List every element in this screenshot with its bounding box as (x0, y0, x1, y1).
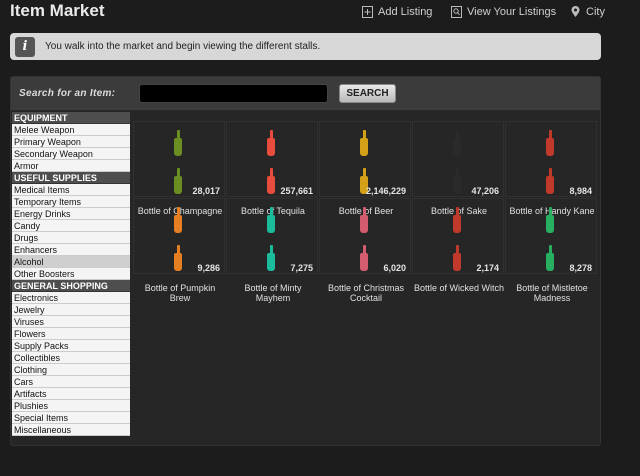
bottle-icon (546, 253, 554, 271)
item-quantity: 8,278 (569, 263, 592, 273)
add-listing-icon (362, 6, 373, 18)
item-name: Bottle of Minty Mayhem (244, 283, 302, 303)
bottle-icon (267, 215, 275, 233)
market-item[interactable]: 2,146,229 Bottle of Beer (319, 121, 411, 216)
view-listings-label: View Your Listings (467, 6, 557, 18)
category-item[interactable]: Primary Weapon (12, 136, 130, 148)
item-quantity: 28,017 (192, 186, 220, 196)
city-link[interactable]: City (570, 6, 605, 18)
search-label: Search for an Item: (19, 88, 116, 99)
market-item[interactable]: 2,174 Bottle of Wicked Witch (412, 198, 504, 293)
category-item[interactable]: Clothing (12, 364, 130, 376)
category-sidebar: EQUIPMENT Melee Weapon Primary Weapon Secon… (12, 112, 130, 436)
market-item[interactable]: 7,275 Bottle of Minty Mayhem (226, 198, 318, 303)
category-item[interactable]: Plushies (12, 400, 130, 412)
header: Item Market Add Listing View Your Listin… (0, 0, 640, 26)
bottle-icon (267, 253, 275, 271)
category-item[interactable]: Viruses (12, 316, 130, 328)
search-button[interactable]: SEARCH (339, 84, 396, 103)
category-item[interactable]: Alcohol (12, 256, 130, 268)
page-title: Item Market (10, 1, 105, 20)
item-quantity: 47,206 (471, 186, 499, 196)
category-item[interactable]: Miscellaneous (12, 424, 130, 436)
bottle-icon (267, 176, 275, 194)
category-item[interactable]: Jewelry (12, 304, 130, 316)
category-item[interactable]: Flowers (12, 328, 130, 340)
category-item[interactable]: Candy (12, 220, 130, 232)
add-listing-label: Add Listing (378, 6, 433, 18)
category-item[interactable]: Electronics (12, 292, 130, 304)
market-panel: Search for an Item: SEARCH EQUIPMENT Mele… (10, 76, 601, 446)
category-item[interactable]: Enhancers (12, 244, 130, 256)
bottle-icon (360, 138, 368, 156)
bottle-icon (453, 253, 461, 271)
category-item[interactable]: Artifacts (12, 388, 130, 400)
search-input[interactable] (139, 84, 328, 103)
bottle-icon (360, 215, 368, 233)
search-bar: Search for an Item: SEARCH (11, 77, 600, 111)
item-name: Bottle of Christmas Cocktail (327, 283, 405, 303)
market-item[interactable]: 28,017 Bottle of Champagne (133, 121, 225, 216)
item-name: Bottle of Wicked Witch (413, 283, 505, 293)
bottle-icon (360, 253, 368, 271)
bottle-icon (546, 176, 554, 194)
category-item[interactable]: Cars (12, 376, 130, 388)
category-item[interactable]: Melee Weapon (12, 124, 130, 136)
info-icon: i (15, 36, 35, 57)
category-item[interactable]: Supply Packs (12, 340, 130, 352)
bottle-icon (267, 138, 275, 156)
market-item[interactable]: 47,206 Bottle of Sake (412, 121, 504, 216)
bottle-icon (453, 138, 461, 156)
item-quantity: 8,984 (569, 186, 592, 196)
bottle-icon (174, 215, 182, 233)
category-header: USEFUL SUPPLIES (12, 172, 130, 184)
market-item[interactable]: 8,984 Bottle of Handy Kane (505, 121, 597, 216)
category-item[interactable]: Medical Items (12, 184, 130, 196)
info-bar: i You walk into the market and begin vie… (10, 33, 601, 60)
item-quantity: 7,275 (290, 263, 313, 273)
item-name: Bottle of Mistletoe Madness (516, 283, 588, 303)
category-item[interactable]: Special Items (12, 412, 130, 424)
category-item[interactable]: Drugs (12, 232, 130, 244)
bottle-icon (546, 215, 554, 233)
item-quantity: 257,661 (280, 186, 313, 196)
market-item[interactable]: 257,661Bottle of Tequila (226, 121, 318, 216)
city-label: City (586, 6, 605, 18)
listings-icon (451, 6, 462, 18)
category-item[interactable]: Armor (12, 160, 130, 172)
bottle-icon (174, 253, 182, 271)
item-quantity: 6,020 (383, 263, 406, 273)
item-name: Bottle of Pumpkin Brew (144, 283, 216, 303)
bottle-icon (174, 138, 182, 156)
item-quantity: 2,174 (476, 263, 499, 273)
item-quantity: 9,286 (197, 263, 220, 273)
view-listings-link[interactable]: View Your Listings (451, 6, 556, 18)
market-item[interactable]: 6,020 Bottle of Christmas Cocktail (319, 198, 411, 303)
bottle-icon (174, 176, 182, 194)
bottle-icon (546, 138, 554, 156)
category-header: EQUIPMENT (12, 112, 130, 124)
info-message: You walk into the market and begin viewi… (45, 41, 321, 52)
item-quantity: 2,146,229 (365, 186, 406, 196)
map-pin-icon (571, 6, 580, 17)
bottle-icon (453, 176, 461, 194)
category-item[interactable]: Secondary Weapon (12, 148, 130, 160)
category-item[interactable]: Energy Drinks (12, 208, 130, 220)
market-item[interactable]: 8,278 Bottle of Mistletoe Madness (505, 198, 597, 303)
market-item[interactable]: 9,286 Bottle of Pumpkin Brew (133, 198, 225, 303)
bottle-icon (453, 215, 461, 233)
category-item[interactable]: Other Boosters (12, 268, 130, 280)
category-item[interactable]: Collectibles (12, 352, 130, 364)
add-listing-link[interactable]: Add Listing (362, 6, 432, 18)
category-item[interactable]: Temporary Items (12, 196, 130, 208)
category-header: GENERAL SHOPPING (12, 280, 130, 292)
